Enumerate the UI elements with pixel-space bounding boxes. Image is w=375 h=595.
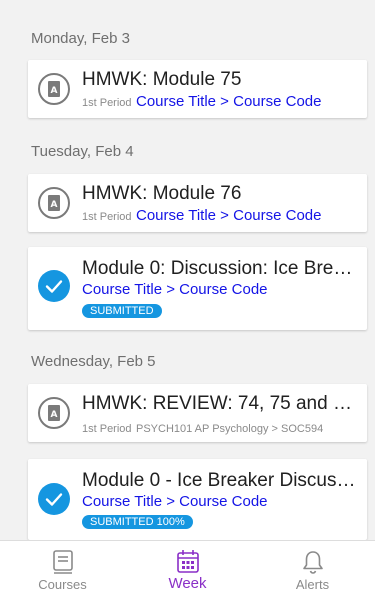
assignment-title: Module 0: Discussion: Ice Brea... bbox=[82, 258, 359, 279]
assignment-title: HMWK: Module 76 bbox=[82, 183, 242, 204]
assignment-card[interactable]: A HMWK: Module 75 1st Period Course Titl… bbox=[28, 60, 367, 118]
day-header-tuesday: Tuesday, Feb 4 bbox=[31, 143, 134, 160]
assignment-icon: A bbox=[37, 396, 71, 430]
assignment-card[interactable]: Module 0: Discussion: Ice Brea... Course… bbox=[28, 247, 367, 330]
svg-text:A: A bbox=[51, 86, 58, 96]
course-label[interactable]: PSYCH101 AP Psychology > SOC594 bbox=[136, 423, 323, 435]
period-label: 1st Period bbox=[82, 211, 132, 223]
course-link[interactable]: Course Title > Course Code bbox=[82, 493, 268, 510]
course-link[interactable]: Course Title > Course Code bbox=[82, 281, 268, 298]
assignment-title: HMWK: REVIEW: 74, 75 and 76... bbox=[82, 393, 359, 414]
assignment-icon: A bbox=[37, 72, 71, 106]
bell-icon bbox=[301, 549, 325, 580]
period-label: 1st Period bbox=[82, 423, 132, 435]
book-icon bbox=[51, 549, 75, 580]
svg-text:A: A bbox=[51, 410, 58, 420]
assignment-card[interactable]: Module 0 - Ice Breaker Discussi... Cours… bbox=[28, 459, 367, 540]
course-link[interactable]: Course Title > Course Code bbox=[136, 93, 322, 110]
tab-week[interactable]: Week bbox=[125, 541, 250, 595]
tab-label: Alerts bbox=[295, 577, 330, 592]
tab-label: Week bbox=[168, 575, 207, 592]
assignment-subtitle: 1st Period Course Title > Course Code bbox=[82, 93, 361, 111]
day-header-wednesday: Wednesday, Feb 5 bbox=[31, 353, 156, 370]
assignment-subtitle: 1st Period PSYCH101 AP Psychology > SOC5… bbox=[82, 419, 361, 437]
status-badge: SUBMITTED bbox=[82, 304, 162, 318]
assignment-title: Module 0 - Ice Breaker Discussi... bbox=[82, 470, 359, 491]
status-badge: SUBMITTED 100% bbox=[82, 515, 193, 529]
assignment-card[interactable]: A HMWK: REVIEW: 74, 75 and 76... 1st Per… bbox=[28, 384, 367, 442]
assignment-card[interactable]: A HMWK: Module 76 1st Period Course Titl… bbox=[28, 174, 367, 232]
day-header-monday: Monday, Feb 3 bbox=[31, 30, 130, 47]
course-link[interactable]: Course Title > Course Code bbox=[136, 207, 322, 224]
check-circle-icon bbox=[37, 482, 71, 516]
assignment-subtitle: Course Title > Course Code bbox=[82, 493, 361, 511]
period-label: 1st Period bbox=[82, 97, 132, 109]
assignment-subtitle: 1st Period Course Title > Course Code bbox=[82, 207, 361, 225]
tab-alerts[interactable]: Alerts bbox=[250, 541, 375, 595]
assignment-subtitle: Course Title > Course Code bbox=[82, 281, 361, 299]
assignment-title: HMWK: Module 75 bbox=[82, 69, 242, 90]
tab-courses[interactable]: Courses bbox=[0, 541, 125, 595]
week-list[interactable]: Monday, Feb 3 A HMWK: Module 75 1st Peri… bbox=[0, 0, 375, 540]
check-circle-icon bbox=[37, 269, 71, 303]
svg-text:A: A bbox=[51, 200, 58, 210]
tab-label: Courses bbox=[38, 577, 87, 592]
assignment-icon: A bbox=[37, 186, 71, 220]
bottom-tab-bar: Courses Week Alerts bbox=[0, 540, 375, 595]
